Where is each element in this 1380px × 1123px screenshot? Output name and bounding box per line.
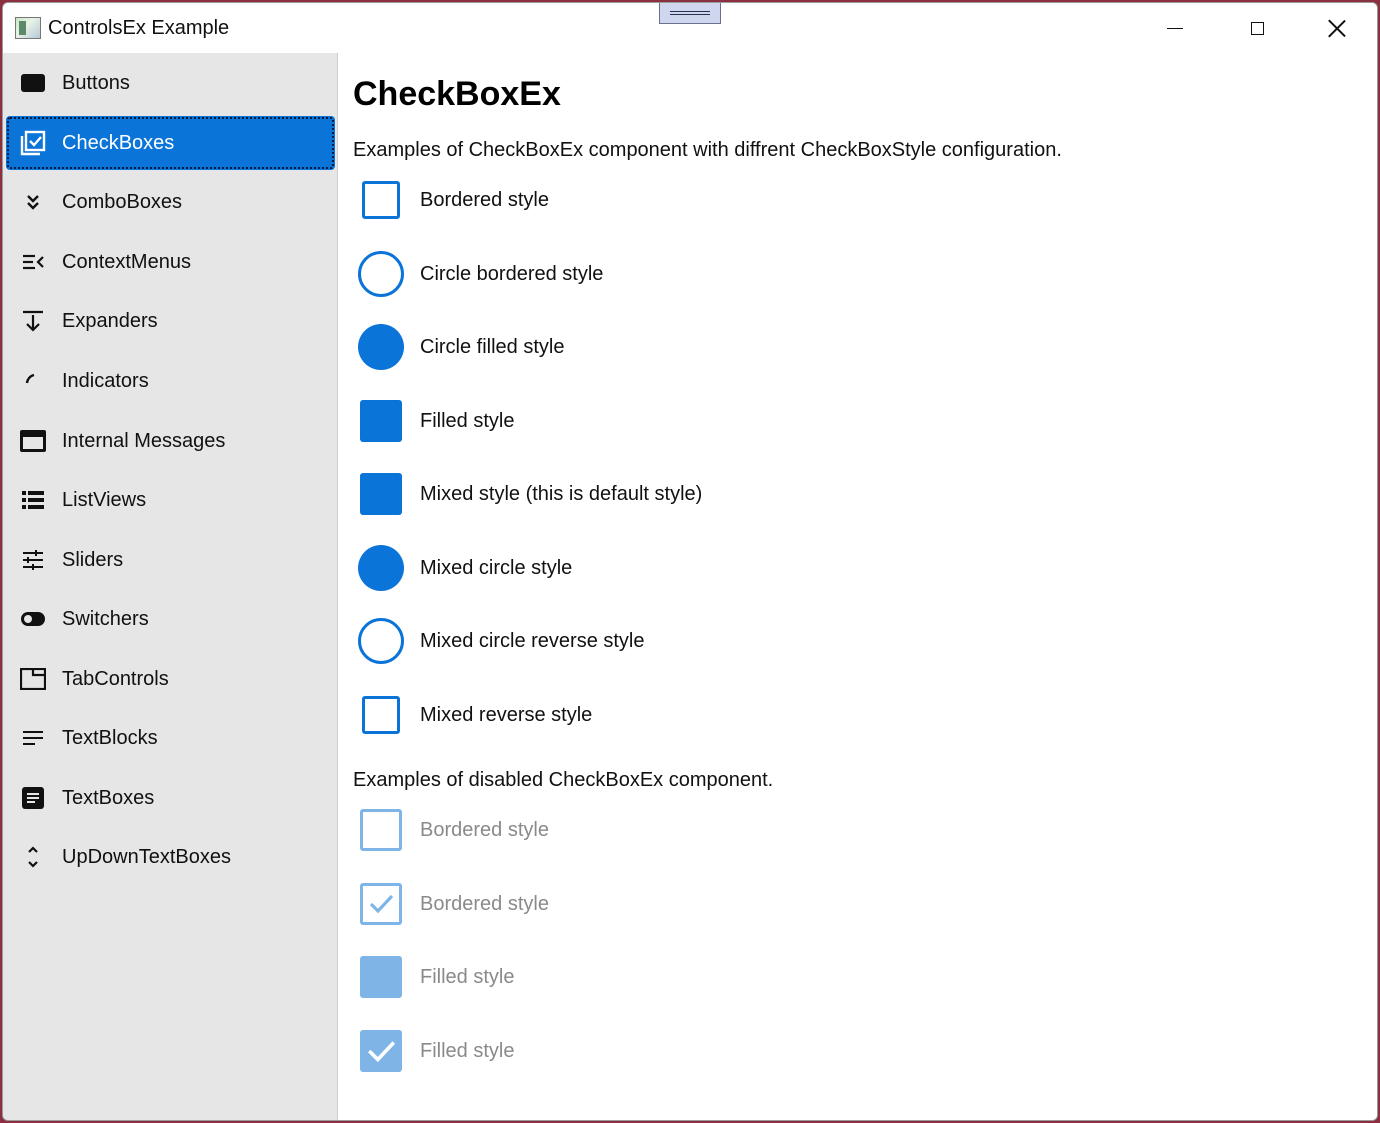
checkbox-disabled-filled-unchecked: Filled style xyxy=(358,952,958,1002)
checkbox-box xyxy=(362,696,400,734)
maximize-button[interactable] xyxy=(1217,3,1297,53)
app-icon xyxy=(15,17,41,39)
checkbox-bordered[interactable]: Bordered style xyxy=(358,175,958,225)
list-view-icon xyxy=(20,487,46,513)
close-icon xyxy=(1328,19,1346,37)
checkbox-box xyxy=(358,251,404,297)
sidebar-item-label: Switchers xyxy=(62,607,149,630)
checkbox-box xyxy=(360,473,402,515)
checkbox-mixed[interactable]: Mixed style (this is default style) xyxy=(358,469,958,519)
checkbox-circle-bordered[interactable]: Circle bordered style xyxy=(358,249,958,299)
checkmark-icon xyxy=(369,894,394,914)
checkbox-box xyxy=(360,883,402,925)
sidebar-item-label: Expanders xyxy=(62,309,158,332)
sidebar-item-checkboxes[interactable]: CheckBoxes xyxy=(6,116,335,170)
sidebar-item-sliders[interactable]: Sliders xyxy=(6,533,335,587)
disabled-section-description: Examples of disabled CheckBoxEx componen… xyxy=(353,769,774,791)
checkbox-mixed-circle-reverse[interactable]: Mixed circle reverse style xyxy=(358,616,958,666)
checkbox-filled[interactable]: Filled style xyxy=(358,396,958,446)
sliders-icon xyxy=(20,547,46,573)
sidebar: Buttons CheckBoxes ComboBoxes ContextMen… xyxy=(3,53,338,1120)
sidebar-item-label: TextBoxes xyxy=(62,786,155,809)
page-title: CheckBoxEx xyxy=(353,75,561,113)
sidebar-item-label: ContextMenus xyxy=(62,250,191,273)
text-lines-icon xyxy=(20,725,46,751)
double-chevron-down-icon xyxy=(20,189,46,215)
sidebar-item-label: Internal Messages xyxy=(62,429,226,452)
sidebar-item-contextmenus[interactable]: ContextMenus xyxy=(6,235,335,289)
checkbox-icon xyxy=(20,130,46,156)
minimize-button[interactable] xyxy=(1135,3,1215,53)
sidebar-item-label: CheckBoxes xyxy=(62,131,175,154)
app-window: ControlsEx Example Buttons CheckBoxes Co… xyxy=(2,2,1378,1121)
checkbox-label: Mixed reverse style xyxy=(420,703,593,726)
checkbox-label: Circle bordered style xyxy=(420,262,604,285)
close-button[interactable] xyxy=(1297,3,1377,53)
sidebar-item-internal-messages[interactable]: Internal Messages xyxy=(6,414,335,468)
checkbox-box xyxy=(358,618,404,664)
message-window-icon xyxy=(20,428,46,454)
tab-icon xyxy=(20,666,46,692)
checkbox-label: Mixed style (this is default style) xyxy=(420,482,703,505)
minimize-icon xyxy=(1167,27,1183,29)
checkbox-disabled-bordered-unchecked: Bordered style xyxy=(358,805,958,855)
checkbox-label: Filled style xyxy=(420,965,515,988)
sidebar-item-label: ComboBoxes xyxy=(62,190,183,213)
progress-arc-icon xyxy=(20,368,46,394)
up-down-icon xyxy=(20,844,46,870)
checkbox-box xyxy=(358,545,404,591)
sidebar-item-switchers[interactable]: Switchers xyxy=(6,592,335,646)
checkbox-label: Filled style xyxy=(420,1039,515,1062)
content-area: CheckBoxEx Examples of CheckBoxEx compon… xyxy=(338,53,1377,1120)
sidebar-item-buttons[interactable]: Buttons xyxy=(6,56,335,110)
sidebar-item-textblocks[interactable]: TextBlocks xyxy=(6,711,335,765)
drag-grip-handle[interactable] xyxy=(659,3,721,24)
checkbox-label: Filled style xyxy=(420,409,515,432)
toggle-icon xyxy=(20,606,46,632)
section-description: Examples of CheckBoxEx component with di… xyxy=(353,139,1062,161)
sidebar-item-tabcontrols[interactable]: TabControls xyxy=(6,652,335,706)
title-bar[interactable]: ControlsEx Example xyxy=(3,3,1377,53)
sidebar-item-label: Indicators xyxy=(62,369,149,392)
sidebar-item-label: TabControls xyxy=(62,667,169,690)
checkbox-box xyxy=(360,956,402,998)
checkbox-label: Circle filled style xyxy=(420,335,565,358)
expand-arrow-icon xyxy=(20,308,46,334)
checkbox-label: Bordered style xyxy=(420,818,549,841)
checkbox-label: Mixed circle reverse style xyxy=(420,629,645,652)
sidebar-item-label: TextBlocks xyxy=(62,726,158,749)
checkbox-label: Bordered style xyxy=(420,892,549,915)
sidebar-item-label: ListViews xyxy=(62,488,147,511)
checkbox-box xyxy=(358,324,404,370)
sidebar-item-comboboxes[interactable]: ComboBoxes xyxy=(6,175,335,229)
checkbox-box xyxy=(360,1030,402,1072)
sidebar-item-updowntextboxes[interactable]: UpDownTextBoxes xyxy=(6,830,335,884)
maximize-icon xyxy=(1250,21,1264,35)
checkbox-label: Bordered style xyxy=(420,188,549,211)
sidebar-item-textboxes[interactable]: TextBoxes xyxy=(6,771,335,825)
checkbox-disabled-bordered-checked: Bordered style xyxy=(358,879,958,929)
checkbox-box xyxy=(360,400,402,442)
checkbox-label: Mixed circle style xyxy=(420,556,573,579)
menu-collapse-icon xyxy=(20,249,46,275)
checkbox-box xyxy=(362,181,400,219)
sidebar-item-label: UpDownTextBoxes xyxy=(62,845,231,868)
sidebar-item-label: Sliders xyxy=(62,548,124,571)
checkbox-mixed-circle[interactable]: Mixed circle style xyxy=(358,543,958,593)
checkmark-icon xyxy=(367,1041,396,1063)
sidebar-item-listviews[interactable]: ListViews xyxy=(6,473,335,527)
checkbox-mixed-reverse[interactable]: Mixed reverse style xyxy=(358,690,958,740)
sidebar-item-expanders[interactable]: Expanders xyxy=(6,294,335,348)
window-title: ControlsEx Example xyxy=(48,17,230,39)
button-icon xyxy=(20,70,46,96)
checkbox-circle-filled[interactable]: Circle filled style xyxy=(358,322,958,372)
checkbox-box xyxy=(360,809,402,851)
text-box-icon xyxy=(20,785,46,811)
checkbox-disabled-filled-checked: Filled style xyxy=(358,1026,958,1076)
sidebar-item-indicators[interactable]: Indicators xyxy=(6,354,335,408)
sidebar-item-label: Buttons xyxy=(62,71,130,94)
